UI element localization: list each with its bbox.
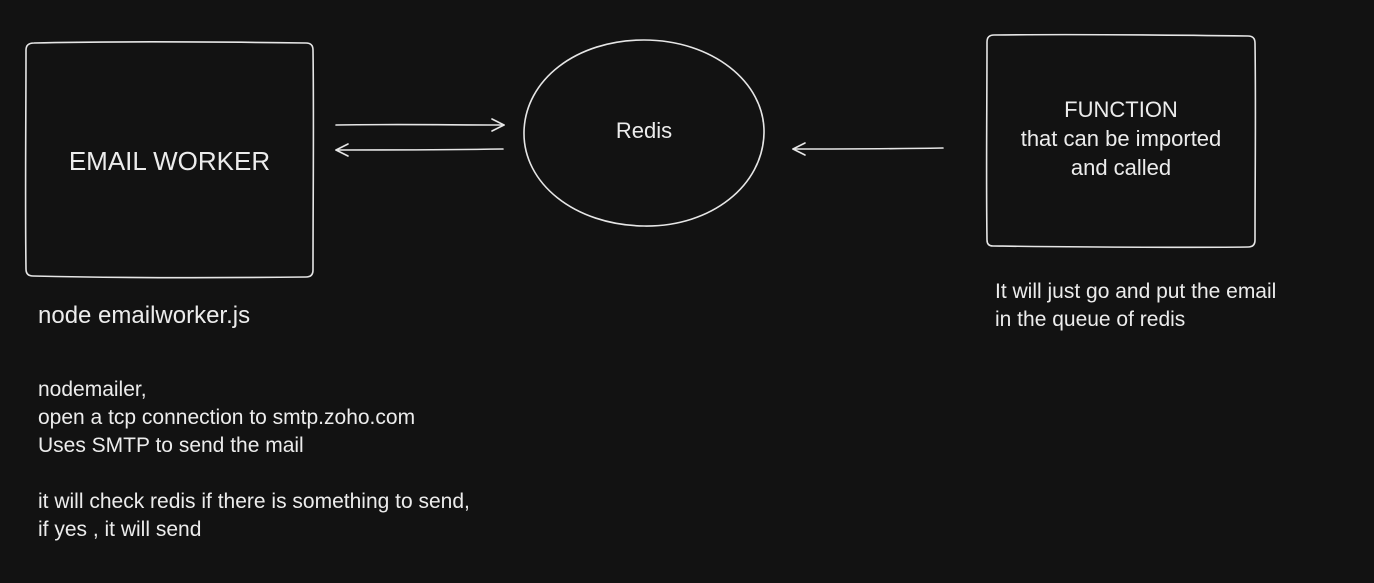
worker-details-note: nodemailer, open a tcp connection to smt…: [38, 376, 415, 460]
worker-behavior-note: it will check redis if there is somethin…: [38, 488, 470, 544]
function-label-line: that can be imported: [1020, 126, 1222, 151]
worker-command-note: node emailworker.js: [38, 302, 251, 329]
arrow-function-to-redis: [792, 142, 944, 156]
function-label-line: FUNCTION: [1064, 97, 1178, 122]
note-line: nodemailer,: [38, 378, 147, 401]
redis-label: Redis: [615, 118, 673, 143]
function-details-note: It will just go and put the email in the…: [995, 278, 1276, 334]
note-line: if yes , it will send: [38, 518, 202, 541]
arrow-worker-to-redis: [335, 118, 505, 132]
function-label: FUNCTION that can be imported and called: [987, 95, 1255, 182]
note-line: it will check redis if there is somethin…: [38, 490, 470, 513]
email-worker-label: EMAIL WORKER: [68, 146, 271, 176]
note-line: in the queue of redis: [995, 308, 1186, 331]
arrow-redis-to-worker: [335, 143, 504, 157]
note-line: Uses SMTP to send the mail: [38, 434, 304, 457]
note-line: It will just go and put the email: [995, 280, 1277, 303]
function-label-line: and called: [1070, 155, 1172, 180]
note-line: open a tcp connection to smtp.zoho.com: [38, 406, 416, 429]
